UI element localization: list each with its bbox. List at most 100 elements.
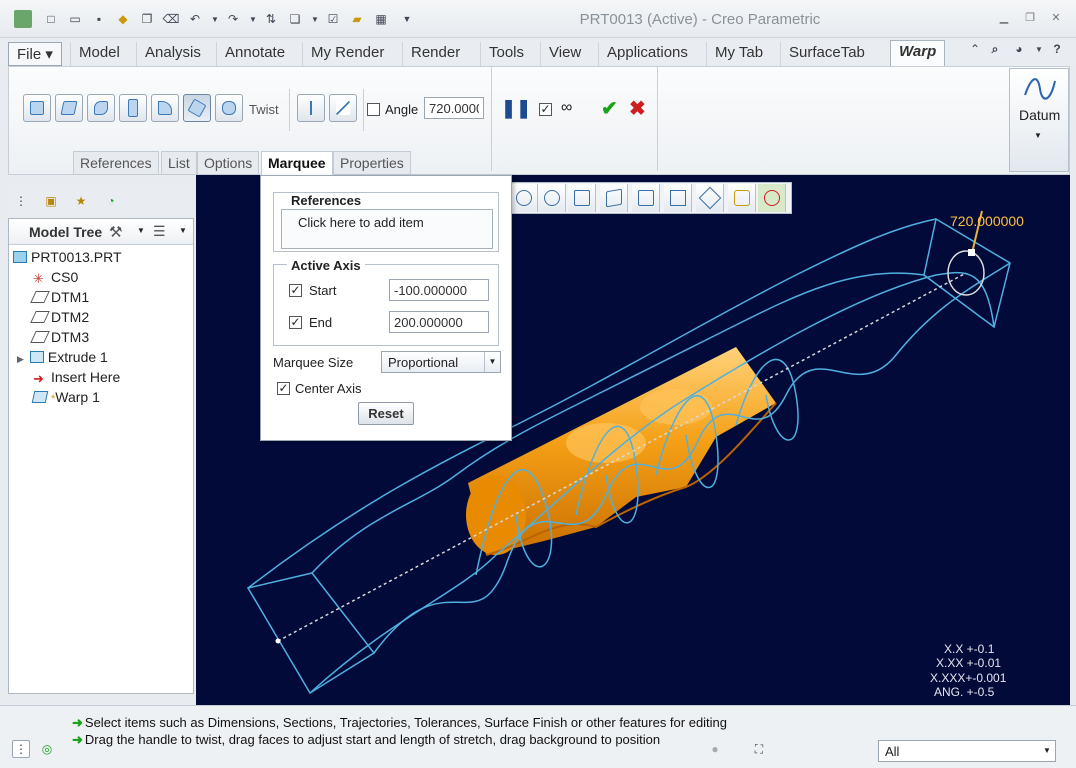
tree-columns-icon[interactable]: ☰ [153,223,166,240]
tree-columns-dropdown-icon[interactable]: ▼ [179,226,187,235]
zoom-out-icon[interactable] [538,184,566,212]
windows-dropdown-icon[interactable]: ▼ [306,10,324,28]
open-folder-icon[interactable]: ▭ [66,10,84,28]
regenerate-icon[interactable]: ◆ [114,10,132,28]
twist-angle-dimension[interactable]: 720.000000 [950,213,1024,229]
search-icon[interactable]: ⌕ [986,40,1004,58]
tab-my-tab[interactable]: My Tab [706,42,771,66]
undo-dropdown-icon[interactable]: ▼ [206,10,224,28]
community-icon[interactable]: ◕ [1010,40,1028,58]
display-style-icon[interactable] [664,184,692,212]
transform-icon[interactable] [23,94,51,122]
favorites-tab-icon[interactable]: ★ [72,192,90,210]
saved-views-icon[interactable] [632,184,660,212]
pause-icon[interactable]: ❚❚ [501,98,531,119]
undo-icon[interactable]: ↶ [186,10,204,28]
subtab-list[interactable]: List [161,151,197,175]
tree-item-insert-here[interactable]: ➜ Insert Here [33,369,120,389]
tree-item-dtm1[interactable]: DTM1 [30,289,89,309]
tree-item-cs0[interactable]: ✳ CS0 [33,269,78,289]
end-input[interactable] [389,311,489,333]
tab-render[interactable]: Render [402,42,468,66]
regen-manager-icon[interactable]: ⇅ [262,10,280,28]
angle-checkbox[interactable] [367,103,380,116]
datum-dropdown-icon[interactable]: ▼ [1034,131,1042,140]
browser-toggle-icon[interactable]: ◎ [38,740,56,758]
close-icon[interactable]: ✕ [1048,11,1064,25]
folder-browser-tab-icon[interactable]: ▣ [42,192,60,210]
find-icon[interactable]: ⛶ [750,740,768,758]
copy-icon[interactable]: ❐ [138,10,156,28]
erase-icon[interactable]: ⌫ [162,10,180,28]
redo-icon[interactable]: ↷ [224,10,242,28]
twist-icon[interactable] [183,94,211,122]
start-checkbox[interactable]: ✓ [289,284,302,297]
tab-surfacetab[interactable]: SurfaceTab [780,42,873,66]
tab-file[interactable]: File ▾ [8,42,62,66]
zoom-in-icon[interactable] [510,184,538,212]
tab-analysis[interactable]: Analysis [136,42,209,66]
show-navigator-icon[interactable]: ⋮ [12,740,30,758]
cancel-x-icon[interactable]: ✖ [629,96,646,121]
minimize-icon[interactable]: ▁ [996,11,1012,25]
stretch-icon[interactable] [119,94,147,122]
references-collector[interactable]: Click here to add item [281,209,493,249]
subtab-marquee[interactable]: Marquee [261,151,333,175]
history-tab-icon[interactable]: ◔ [102,192,120,210]
glasses-icon[interactable]: ∞ [561,99,572,117]
tab-warp[interactable]: Warp [890,40,946,67]
tab-applications[interactable]: Applications [598,42,696,66]
tree-item-warp1[interactable]: *Warp 1 [31,389,100,409]
start-input[interactable] [389,279,489,301]
twist-drag-handle[interactable] [968,249,975,256]
subtab-properties[interactable]: Properties [333,151,411,175]
spin-center-icon[interactable] [758,184,786,212]
tree-item-dtm3[interactable]: DTM3 [30,329,89,349]
angle-input[interactable] [424,97,484,119]
restore-icon[interactable]: ❐ [1022,11,1038,25]
tree-settings-icon[interactable]: ⚒ [109,223,122,241]
refit-icon[interactable] [568,184,596,212]
axis-direction-icon[interactable] [297,94,325,122]
collapse-ribbon-icon[interactable]: ⌃ [966,40,984,58]
datum-display-icon[interactable] [696,184,724,212]
render-icon[interactable]: ▦ [372,10,390,28]
tab-annotate[interactable]: Annotate [216,42,293,66]
sculpt-icon[interactable] [215,94,243,122]
tab-my-render[interactable]: My Render [302,42,392,66]
ok-check-icon[interactable]: ✔ [601,96,618,121]
new-file-icon[interactable]: □ [42,10,60,28]
tree-item-extrude1[interactable]: ▶ Extrude 1 [17,349,108,369]
annotation-display-icon[interactable] [728,184,756,212]
windows-icon[interactable]: ❏ [286,10,304,28]
marquee-size-select[interactable]: Proportional ▼ [381,351,501,373]
model-tree-tab-icon[interactable]: ⋮ [12,192,30,210]
flip-icon[interactable] [329,94,357,122]
subtab-references[interactable]: References [73,151,159,175]
reset-button[interactable]: Reset [358,402,414,425]
tab-tools[interactable]: Tools [480,42,532,66]
save-icon[interactable]: ▪ [90,10,108,28]
end-checkbox[interactable]: ✓ [289,316,302,329]
bend-icon[interactable] [151,94,179,122]
preview-checkbox[interactable]: ✓ [539,103,552,116]
customize-qa-icon[interactable]: ▼ [398,10,416,28]
select-box-icon[interactable]: ☑ [324,10,342,28]
tree-item-part[interactable]: PRT0013.PRT [13,249,122,269]
tree-item-dtm2[interactable]: DTM2 [30,309,89,329]
selection-filter-select[interactable]: All ▼ [878,740,1056,762]
datum-group[interactable]: Datum ▼ [1009,68,1069,172]
redo-dropdown-icon[interactable]: ▼ [244,10,262,28]
tree-settings-dropdown-icon[interactable]: ▼ [137,226,145,235]
warp-icon[interactable] [55,94,83,122]
expand-chevron-icon[interactable]: ▶ [17,354,24,364]
tab-view[interactable]: View [540,42,589,66]
folder-icon[interactable]: ▰ [348,10,366,28]
spine-icon[interactable] [87,94,115,122]
center-axis-checkbox[interactable]: ✓ [277,382,290,395]
community-dropdown-icon[interactable]: ▼ [1030,40,1048,58]
subtab-options[interactable]: Options [197,151,260,175]
help-icon[interactable]: ? [1048,40,1066,58]
view-orient-icon[interactable] [600,184,628,212]
tab-model[interactable]: Model [70,42,128,66]
